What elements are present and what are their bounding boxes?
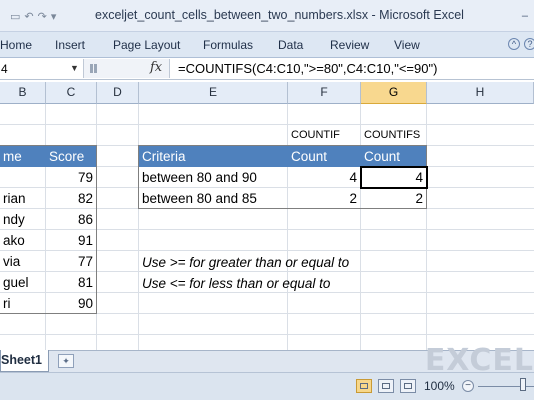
quick-access-toolbar: ▭ ↶ ↷ ▾ [0, 8, 56, 24]
name-box-value: 4 [1, 62, 8, 76]
page-layout-view-icon[interactable] [378, 379, 394, 393]
column-header-f[interactable]: F [288, 82, 361, 104]
countif-label[interactable]: COUNTIF [288, 125, 360, 146]
tab-data[interactable]: Data [278, 38, 303, 52]
tab-view[interactable]: View [394, 38, 420, 52]
undo-icon[interactable]: ↶ [24, 10, 33, 23]
normal-view-icon[interactable] [356, 379, 372, 393]
active-cell-outline[interactable] [360, 166, 428, 189]
tab-home[interactable]: Home [0, 38, 32, 52]
title-bar: ▭ ↶ ↷ ▾ exceljet_count_cells_between_two… [0, 0, 534, 32]
name-box[interactable]: 4 ▼ [0, 59, 84, 78]
note-greater-equal[interactable]: Use >= for greater than or equal to [139, 252, 419, 273]
zoom-slider-thumb[interactable] [520, 378, 526, 391]
names-table-border [0, 145, 97, 314]
save-icon[interactable]: ▭ [10, 10, 20, 23]
chevron-down-icon[interactable]: ▼ [70, 63, 79, 73]
page-break-view-icon[interactable] [400, 379, 416, 393]
sheet-tab-bar: Sheet1 ✦ EXCEL [0, 343, 534, 378]
column-header-g[interactable]: G [361, 82, 427, 104]
minimize-button[interactable]: – [522, 10, 528, 22]
resize-handle-icon[interactable] [90, 64, 93, 73]
note-less-equal[interactable]: Use <= for less than or equal to [139, 273, 419, 294]
formula-bar: 4 ▼ fx =COUNTIFS(C4:C10,">=80",C4:C10,"<… [0, 58, 534, 80]
qat-dropdown-icon[interactable]: ▾ [51, 10, 57, 23]
worksheet-grid[interactable]: COUNTIF COUNTIFS me Score 79 rian 82 ndy… [0, 104, 534, 350]
resize-handle-icon[interactable] [94, 64, 97, 73]
question-icon[interactable]: ? [524, 38, 534, 50]
zoom-level[interactable]: 100% [424, 379, 455, 393]
column-header-e[interactable]: E [139, 82, 288, 104]
column-header-h[interactable]: H [427, 82, 534, 104]
zoom-out-button[interactable]: − [462, 380, 474, 392]
insert-sheet-icon[interactable]: ✦ [58, 354, 74, 368]
redo-icon[interactable]: ↷ [38, 10, 47, 23]
status-bar: 100% − [0, 372, 534, 400]
window-title: exceljet_count_cells_between_two_numbers… [95, 8, 464, 22]
tab-insert[interactable]: Insert [55, 38, 85, 52]
column-header-c[interactable]: C [46, 82, 97, 104]
tab-formulas[interactable]: Formulas [203, 38, 253, 52]
ribbon-tabs: Home Insert Page Layout Formulas Data Re… [0, 32, 534, 58]
tab-page-layout[interactable]: Page Layout [113, 38, 180, 52]
insert-function-icon[interactable]: fx [150, 60, 162, 75]
countifs-label[interactable]: COUNTIFS [361, 125, 433, 146]
column-header-d[interactable]: D [97, 82, 139, 104]
formula-input[interactable]: =COUNTIFS(C4:C10,">=80",C4:C10,"<=90") [178, 61, 437, 76]
formula-bar-controls: fx [84, 59, 170, 78]
column-header-b[interactable]: B [0, 82, 46, 104]
minimize-ribbon-icon[interactable]: ^ [508, 38, 520, 50]
tab-review[interactable]: Review [330, 38, 369, 52]
tab-sheet1[interactable]: Sheet1 [0, 350, 49, 372]
